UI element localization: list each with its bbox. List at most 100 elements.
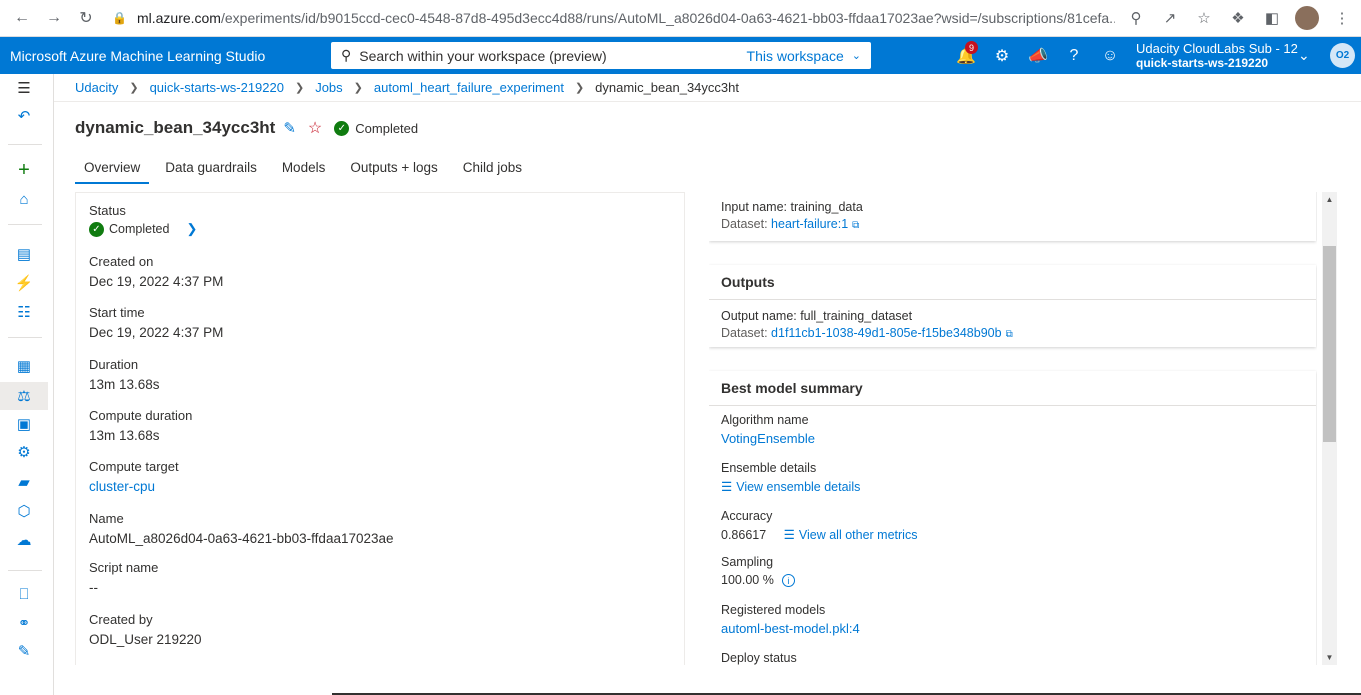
user-avatar[interactable]: O2: [1330, 43, 1355, 68]
view-ensemble-link[interactable]: ☰ View ensemble details: [721, 479, 860, 494]
accuracy-field: Accuracy 0.86617 ☰ View all other metrics: [721, 509, 917, 542]
endpoints-icon[interactable]: ☁: [0, 526, 48, 554]
help-question-icon[interactable]: ?: [1056, 37, 1092, 74]
feedback-smiley-icon[interactable]: ☺: [1092, 37, 1128, 74]
models-cube-icon[interactable]: ⬡: [0, 497, 48, 525]
browser-menu-icon[interactable]: ⋮: [1331, 7, 1353, 29]
breadcrumb-item-workspace[interactable]: quick-starts-ws-219220: [150, 80, 284, 95]
rail-divider: [8, 144, 42, 145]
scroll-up-arrow-icon[interactable]: ▲: [1322, 192, 1337, 207]
search-scope-dropdown[interactable]: This workspace: [747, 48, 844, 64]
view-metrics-text[interactable]: View all other metrics: [799, 528, 918, 542]
app-brand[interactable]: Microsoft Azure Machine Learning Studio: [10, 48, 330, 64]
field-value: 13m 13.68s: [89, 428, 160, 443]
data-labeling-icon[interactable]: ✎: [0, 637, 48, 665]
status-field: Status ✓ Completed ❯: [89, 203, 197, 237]
field-value: 13m 13.68s: [89, 377, 160, 392]
tab-models[interactable]: Models: [273, 158, 335, 184]
address-bar[interactable]: 🔒 ml.azure.com/experiments/id/b9015ccd-c…: [104, 4, 1115, 32]
breadcrumb-item-jobs[interactable]: Jobs: [315, 80, 342, 95]
home-icon[interactable]: ⌂: [0, 185, 48, 213]
field-label: Duration: [89, 357, 139, 372]
account-switcher[interactable]: Udacity CloudLabs Sub - 12 quick-starts-…: [1136, 41, 1298, 71]
tab-overview[interactable]: Overview: [75, 158, 150, 184]
right-panel-scrollbar[interactable]: ▲ ▼: [1322, 192, 1337, 665]
bookmark-star-icon[interactable]: ☆: [1193, 7, 1215, 29]
settings-gear-icon[interactable]: ⚙: [984, 37, 1020, 74]
compute-monitor-icon[interactable]: ⎕: [0, 580, 48, 608]
chevron-right-icon[interactable]: ❯: [186, 221, 197, 237]
status-value[interactable]: ✓ Completed ❯: [89, 221, 197, 237]
tab-child-jobs[interactable]: Child jobs: [454, 158, 531, 184]
sampling-row: 100.00 % i: [721, 573, 795, 588]
chevron-right-icon: ❯: [574, 82, 585, 94]
hamburger-menu-icon[interactable]: ☰: [0, 74, 48, 102]
back-arrow-icon[interactable]: ←: [8, 4, 36, 32]
jobs-flask-icon[interactable]: ⚖: [0, 382, 48, 410]
external-link-icon[interactable]: ⧉: [1006, 329, 1013, 340]
notifications-bell-icon[interactable]: 🔔 9: [948, 37, 984, 74]
field-value: AutoML_a8026d04-0a63-4621-bb03-ffdaa1702…: [89, 531, 394, 546]
left-nav-rail: ☰ ↶ + ⌂ ▤ ⚡ ☷ ▦ ⚖ ▣ ⚙ ▰ ⬡ ☁ ⎕ ⚭ ✎: [0, 74, 54, 695]
account-chevron-down-icon[interactable]: ⌄: [1298, 47, 1310, 64]
algorithm-link[interactable]: VotingEnsemble: [721, 431, 815, 446]
components-icon[interactable]: ▣: [0, 410, 48, 438]
browser-profile-avatar[interactable]: [1295, 6, 1319, 30]
data-icon[interactable]: ▦: [0, 352, 48, 380]
field-value: --: [89, 580, 98, 595]
designer-icon[interactable]: ☷: [0, 298, 48, 326]
zoom-icon[interactable]: ⚲: [1125, 7, 1147, 29]
rail-divider: [8, 570, 42, 571]
create-new-plus-icon[interactable]: +: [0, 156, 48, 184]
view-ensemble-text[interactable]: View ensemble details: [736, 480, 860, 494]
scroll-down-arrow-icon[interactable]: ▼: [1322, 650, 1337, 665]
side-panel-icon[interactable]: ◧: [1261, 7, 1283, 29]
automated-ml-icon[interactable]: ⚡: [0, 269, 48, 297]
forward-arrow-icon[interactable]: →: [40, 4, 68, 32]
extensions-puzzle-icon[interactable]: ❖: [1227, 7, 1249, 29]
tab-bar: Overview Data guardrails Models Outputs …: [75, 158, 538, 184]
compute-target-link[interactable]: cluster-cpu: [89, 479, 179, 494]
linked-services-icon[interactable]: ⚭: [0, 609, 48, 637]
dataset-label: Dataset:: [721, 217, 768, 231]
tab-outputs-logs[interactable]: Outputs + logs: [341, 158, 446, 184]
algorithm-field: Algorithm name VotingEnsemble: [721, 413, 815, 446]
pipelines-icon[interactable]: ⚙: [0, 438, 48, 466]
field-label: Accuracy: [721, 509, 773, 523]
announcements-megaphone-icon[interactable]: 📣: [1020, 37, 1056, 74]
script-name-field: Script name --: [89, 560, 158, 595]
sampling-field: Sampling 100.00 % i: [721, 555, 795, 588]
tab-data-guardrails[interactable]: Data guardrails: [156, 158, 266, 184]
field-label: Script name: [89, 560, 159, 575]
page-title-row: dynamic_bean_34ycc3ht ✎ ☆ ✓ Completed: [75, 118, 418, 138]
chevron-down-icon[interactable]: ⌄: [852, 49, 861, 62]
input-dataset-link[interactable]: heart-failure:1: [771, 217, 848, 231]
view-metrics-link[interactable]: ☰ View all other metrics: [784, 528, 918, 542]
outputs-card: Outputs Output name: full_training_datas…: [709, 265, 1316, 347]
notebooks-icon[interactable]: ▤: [0, 240, 48, 268]
page-title: dynamic_bean_34ycc3ht: [75, 118, 276, 137]
environments-icon[interactable]: ▰: [0, 468, 48, 496]
dataset-label: Dataset:: [721, 326, 768, 340]
output-dataset-link[interactable]: d1f11cb1-1038-49d1-805e-f15be348b90b: [771, 326, 1002, 340]
notification-badge: 9: [965, 41, 978, 54]
field-label: Registered models: [721, 603, 826, 617]
workspace-search[interactable]: ⚲ Search within your workspace (preview)…: [331, 42, 871, 69]
search-placeholder[interactable]: Search within your workspace (preview): [359, 48, 746, 64]
scroll-thumb[interactable]: [1323, 246, 1336, 442]
breadcrumb-item-udacity[interactable]: Udacity: [75, 80, 118, 95]
field-label: Compute duration: [89, 408, 193, 423]
favorite-star-icon[interactable]: ☆: [308, 118, 322, 138]
external-link-icon[interactable]: ⧉: [852, 220, 859, 231]
breadcrumb-item-experiment[interactable]: automl_heart_failure_experiment: [374, 80, 564, 95]
info-icon[interactable]: i: [781, 574, 795, 588]
edit-pencil-icon[interactable]: ✎: [283, 119, 296, 137]
search-icon: ⚲: [341, 47, 352, 63]
field-label: Created by: [89, 612, 153, 627]
breadcrumb-current: dynamic_bean_34ycc3ht: [595, 80, 739, 95]
registered-model-link[interactable]: automl-best-model.pkl:4: [721, 621, 860, 636]
output-name: Output name: full_training_dataset: [721, 309, 913, 323]
reload-icon[interactable]: ↻: [72, 4, 100, 32]
share-icon[interactable]: ↗: [1159, 7, 1181, 29]
back-undo-icon[interactable]: ↶: [0, 102, 48, 130]
